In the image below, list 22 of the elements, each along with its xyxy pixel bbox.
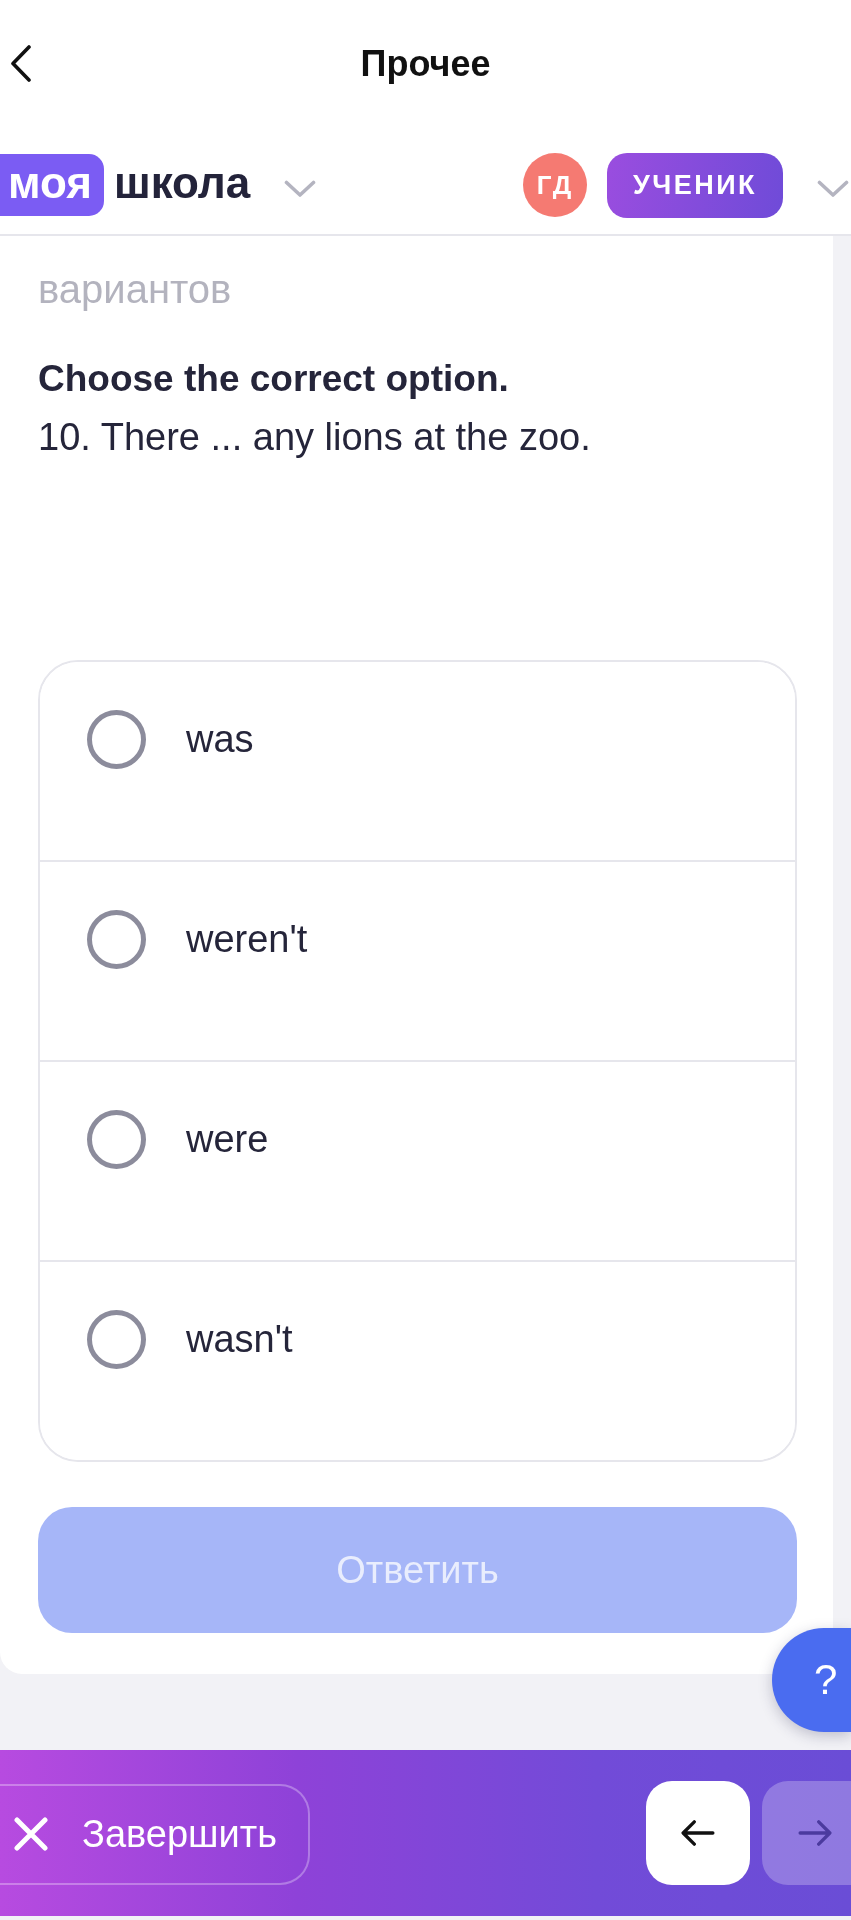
previous-button[interactable] (646, 1781, 750, 1885)
question-text: 10. There ... any lions at the zoo. (38, 415, 592, 460)
help-button[interactable]: ? (772, 1628, 851, 1732)
logo-highlight[interactable]: моя (0, 154, 104, 216)
chevron-down-icon[interactable] (817, 180, 849, 198)
logo-text[interactable]: школа (113, 158, 251, 212)
close-icon (14, 1817, 48, 1851)
radio-button[interactable] (87, 1310, 146, 1369)
answer-option[interactable]: wasn't (40, 1260, 795, 1460)
page-title: Прочее (360, 43, 491, 85)
radio-button[interactable] (87, 710, 146, 769)
radio-button[interactable] (87, 1110, 146, 1169)
role-badge[interactable]: УЧЕНИК (607, 152, 783, 218)
arrow-left-icon (681, 1820, 715, 1846)
hint-text: вариантов (38, 266, 233, 313)
radio-button[interactable] (87, 910, 146, 969)
finish-button[interactable]: Завершить (0, 1783, 310, 1885)
chevron-down-icon[interactable] (284, 180, 317, 198)
instruction-text: Choose the correct option. (38, 357, 510, 401)
arrow-right-icon (798, 1820, 832, 1846)
back-chevron-icon[interactable] (10, 45, 32, 82)
user-avatar[interactable]: ГД (523, 153, 587, 217)
